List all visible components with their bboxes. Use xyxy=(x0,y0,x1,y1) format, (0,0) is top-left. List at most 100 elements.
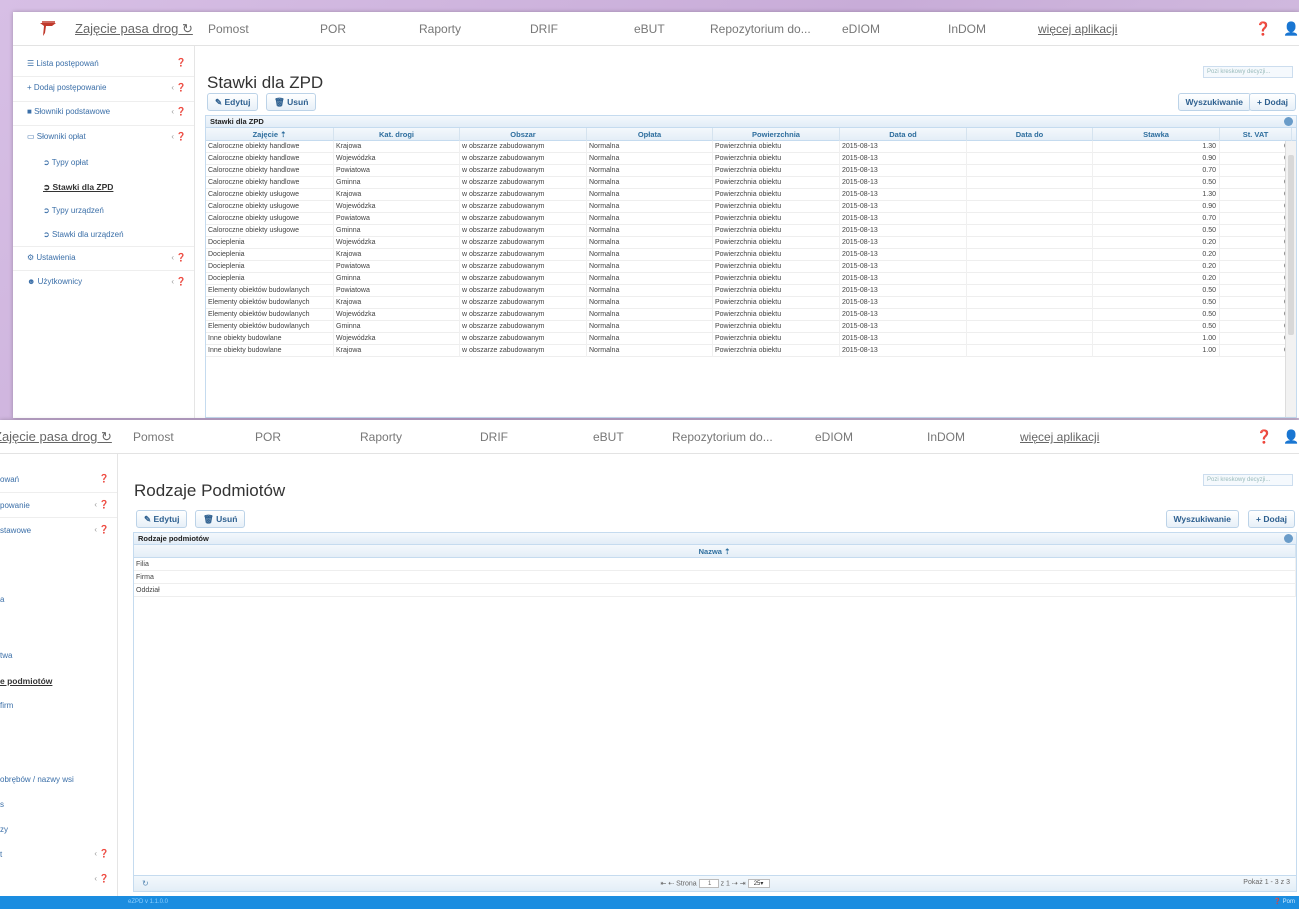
last-page-icon[interactable]: ⇥ xyxy=(738,880,748,887)
table-row[interactable]: Caloroczne obiekty handlowe Krajowa w obsz… xyxy=(206,141,1292,153)
help-icon[interactable]: ❓ xyxy=(1255,21,1271,37)
help-icon[interactable]: ❓ xyxy=(176,107,186,116)
grid-scrollbar[interactable] xyxy=(1285,141,1296,417)
table-row[interactable]: Caloroczne obiekty usługowe Wojewódzka w o… xyxy=(206,201,1292,213)
column-header[interactable]: Kat. drogi xyxy=(334,128,460,141)
nav-item-por[interactable]: POR xyxy=(320,22,346,36)
help-icon[interactable]: ❓ xyxy=(99,874,109,883)
add-button[interactable]: + Dodaj xyxy=(1248,510,1295,528)
table-row[interactable]: Docieplenia Krajowa w obszarze zabudowanym… xyxy=(206,249,1292,261)
user-icon[interactable]: 👤 xyxy=(1283,429,1299,445)
sidebar-item-dodaj[interactable]: + Dodaj postępowanie xyxy=(27,83,106,92)
column-header[interactable]: Data do xyxy=(967,128,1093,141)
column-header[interactable]: St. VAT xyxy=(1220,128,1292,141)
column-header-nazwa[interactable]: Nazwa ⇡ xyxy=(134,545,1296,558)
nav-more-apps[interactable]: więcej aplikacji xyxy=(1020,430,1099,444)
help-icon[interactable]: ❓ xyxy=(176,253,186,262)
help-icon[interactable]: ❓ xyxy=(99,474,109,483)
sidebar-item-slowniki-podstawowe[interactable]: ■ Słowniki podstawowe xyxy=(27,107,110,116)
nav-item-pomost[interactable]: Pomost xyxy=(208,22,249,36)
nav-brand-link[interactable]: Zajęcie pasa drog ↻ xyxy=(75,21,193,37)
sidebar-item-typy-urzadzen[interactable]: ➲ Typy urządzeń xyxy=(43,206,104,215)
nav-item-indom[interactable]: InDOM xyxy=(948,22,986,36)
collapse-icon[interactable] xyxy=(1284,117,1293,126)
scrollbar-thumb[interactable] xyxy=(1288,155,1294,335)
nav-item-repozytorium[interactable]: Repozytorium do... xyxy=(710,22,811,36)
table-row[interactable]: Caloroczne obiekty usługowe Gminna w obsza… xyxy=(206,225,1292,237)
nav-item-ebut[interactable]: eBUT xyxy=(634,22,665,36)
sidebar-item-stawki-zpd[interactable]: ➲ Stawki dla ZPD xyxy=(43,182,113,193)
table-row[interactable]: Filia xyxy=(134,558,1296,571)
sidebar-item-4[interactable]: twa xyxy=(0,651,12,660)
nav-more-apps[interactable]: więcej aplikacji xyxy=(1038,22,1117,36)
nav-item-ediom[interactable]: eDIOM xyxy=(842,22,880,36)
table-row[interactable]: Elementy obiektów budowlanych Gminna w obs… xyxy=(206,321,1292,333)
chevron-left-icon[interactable]: ‹ xyxy=(171,253,174,262)
table-row[interactable]: Caloroczne obiekty handlowe Gminna w obsza… xyxy=(206,177,1292,189)
table-row[interactable]: Elementy obiektów budowlanych Krajowa w ob… xyxy=(206,297,1292,309)
nav-item-raporty[interactable]: Raporty xyxy=(360,430,402,444)
chevron-left-icon[interactable]: ‹ xyxy=(171,277,174,286)
column-header[interactable]: Obszar xyxy=(460,128,587,141)
collapse-icon[interactable] xyxy=(1284,534,1293,543)
help-icon[interactable]: ❓ xyxy=(176,58,186,67)
nav-item-indom[interactable]: InDOM xyxy=(927,430,965,444)
column-header[interactable]: Powierzchnia xyxy=(713,128,840,141)
edit-button[interactable]: ✎ Edytuj xyxy=(136,510,188,528)
nav-item-drif[interactable]: DRIF xyxy=(530,22,558,36)
sidebar-item-stawki-urzadzen[interactable]: ➲ Stawki dla urządzeń xyxy=(43,230,124,239)
table-row[interactable]: Caloroczne obiekty handlowe Powiatowa w ob… xyxy=(206,165,1292,177)
nav-item-raporty[interactable]: Raporty xyxy=(419,22,461,36)
help-icon[interactable]: ❓ xyxy=(99,525,109,534)
search-button[interactable]: Wyszukiwanie xyxy=(1165,510,1239,528)
sidebar-item-10[interactable]: t xyxy=(0,850,2,859)
add-button[interactable]: + Dodaj xyxy=(1249,93,1296,111)
delete-button[interactable]: 🗑 Usuń xyxy=(266,93,317,111)
user-icon[interactable]: 👤 xyxy=(1283,21,1299,37)
chevron-left-icon[interactable]: ‹ xyxy=(171,132,174,141)
sidebar-item-slowniki-oplat[interactable]: ▭ Słowniki opłat xyxy=(27,132,86,141)
table-row[interactable]: Caloroczne obiekty handlowe Wojewódzka w o… xyxy=(206,153,1292,165)
chevron-left-icon[interactable]: ‹ xyxy=(94,525,97,534)
page-size-select[interactable]: 25▾ xyxy=(747,879,770,888)
search-button[interactable]: Wyszukiwanie xyxy=(1177,93,1251,111)
table-row[interactable]: Docieplenia Gminna w obszarze zabudowanym N… xyxy=(206,273,1292,285)
column-header[interactable]: Data od xyxy=(840,128,967,141)
quick-search-input[interactable]: Pozi kreskowy decyzji... xyxy=(1203,66,1293,78)
help-icon[interactable]: ❓ xyxy=(176,83,186,92)
table-row[interactable]: Inne obiekty budowlane Wojewódzka w obszar… xyxy=(206,333,1292,345)
delete-button[interactable]: 🗑 Usuń xyxy=(195,510,246,528)
help-icon[interactable]: ❓ xyxy=(99,500,109,509)
nav-item-drif[interactable]: DRIF xyxy=(480,430,508,444)
table-row[interactable]: Elementy obiektów budowlanych Wojewódzka w… xyxy=(206,309,1292,321)
table-row[interactable]: Docieplenia Powiatowa w obszarze zabudowan… xyxy=(206,261,1292,273)
table-row[interactable]: Firma xyxy=(134,571,1296,584)
sidebar-item-7[interactable]: obrębów / nazwy wsi xyxy=(0,775,74,784)
sidebar-item-8[interactable]: s xyxy=(0,800,4,809)
edit-button[interactable]: ✎ Edytuj xyxy=(207,93,259,111)
page-input[interactable]: 1 xyxy=(698,879,719,888)
sidebar-item-2[interactable]: stawowe xyxy=(0,526,31,535)
chevron-left-icon[interactable]: ‹ xyxy=(94,849,97,858)
table-row[interactable]: Caloroczne obiekty usługowe Krajowa w obsz… xyxy=(206,189,1292,201)
prev-page-icon[interactable]: ⇠ xyxy=(668,880,676,887)
nav-item-pomost[interactable]: Pomost xyxy=(133,430,174,444)
nav-item-ebut[interactable]: eBUT xyxy=(593,430,624,444)
sidebar-item-0[interactable]: owań xyxy=(0,475,19,484)
nav-item-por[interactable]: POR xyxy=(255,430,281,444)
sidebar-item-lista[interactable]: ☰ Lista postępowań xyxy=(27,59,99,68)
chevron-left-icon[interactable]: ‹ xyxy=(94,500,97,509)
table-row[interactable]: Elementy obiektów budowlanych Powiatowa w … xyxy=(206,285,1292,297)
help-icon[interactable]: ❓ xyxy=(176,277,186,286)
sidebar-item-ustawienia[interactable]: ⚙ Ustawienia xyxy=(27,253,76,262)
table-row[interactable]: Oddział xyxy=(134,584,1296,597)
chevron-left-icon[interactable]: ‹ xyxy=(94,874,97,883)
sidebar-item-3[interactable]: a xyxy=(0,595,4,604)
table-row[interactable]: Caloroczne obiekty usługowe Powiatowa w ob… xyxy=(206,213,1292,225)
help-icon[interactable]: ❓ xyxy=(99,849,109,858)
sidebar-item-9[interactable]: zy xyxy=(0,825,8,834)
table-row[interactable]: Inne obiekty budowlane Krajowa w obszarze … xyxy=(206,345,1292,357)
sidebar-item-uzytkownicy[interactable]: ☻ Użytkownicy xyxy=(27,277,82,286)
chevron-left-icon[interactable]: ‹ xyxy=(171,83,174,92)
column-header[interactable]: Zajęcie ⇡ xyxy=(206,128,334,141)
